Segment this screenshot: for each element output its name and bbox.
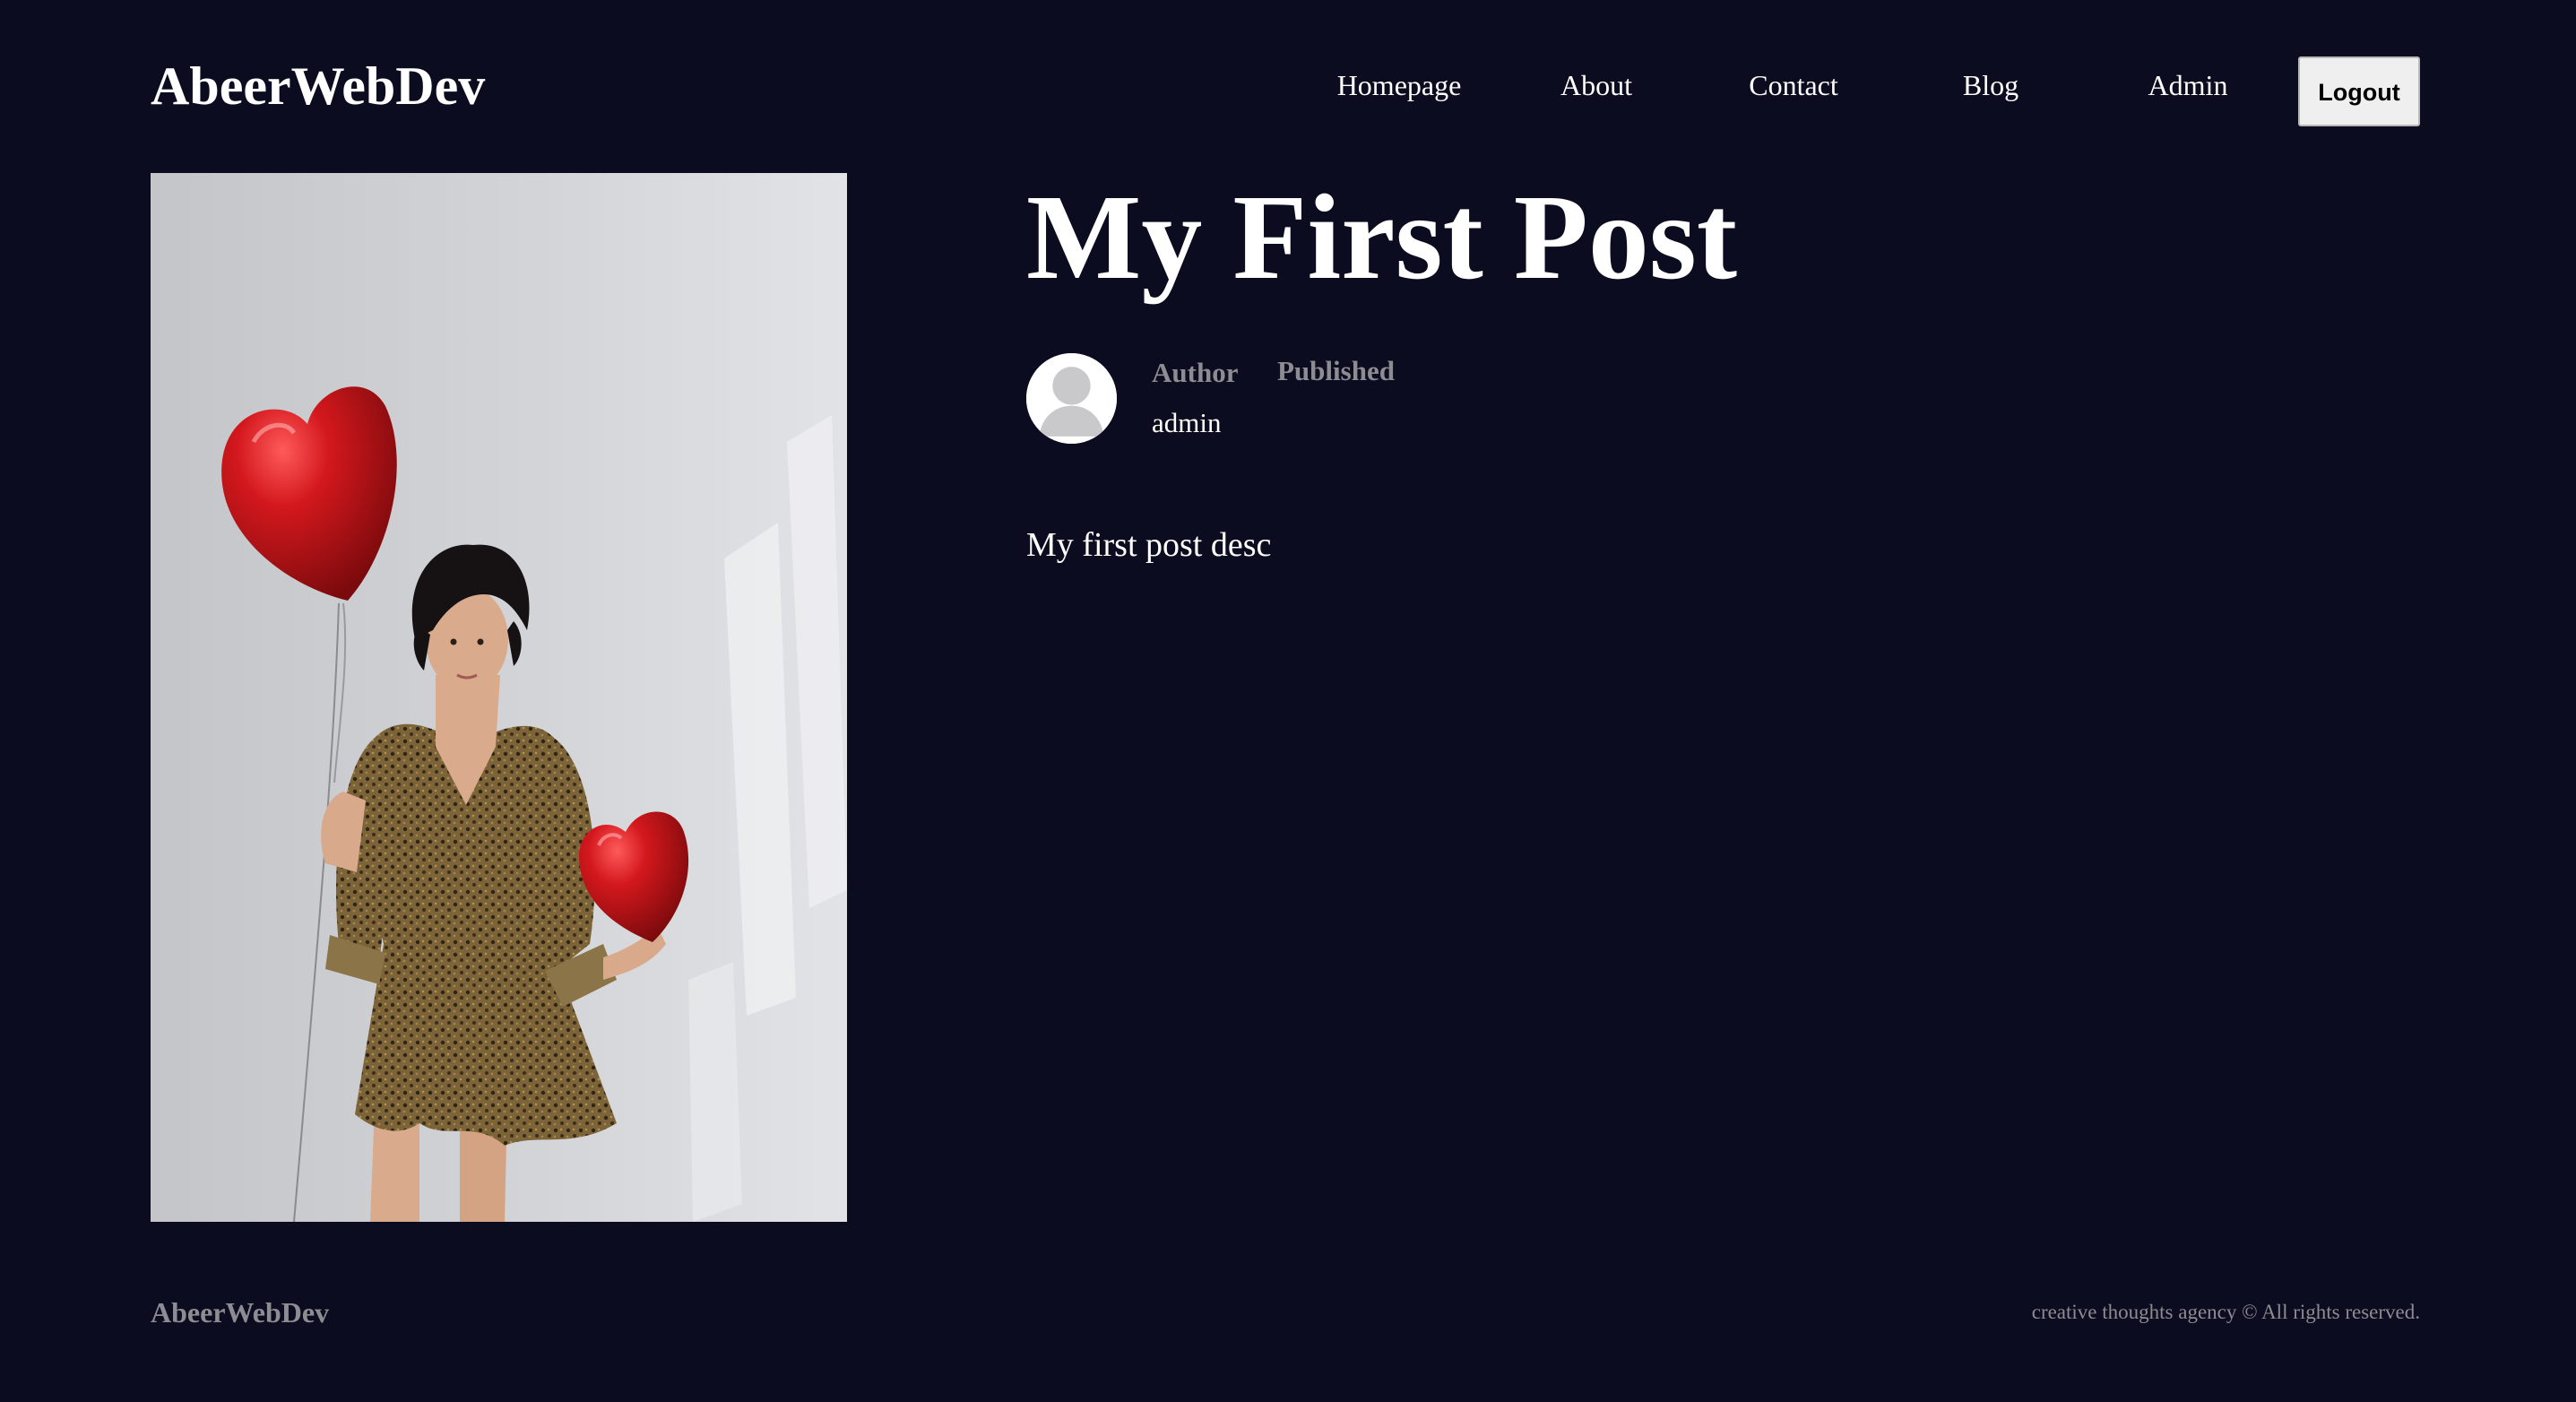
author-name: admin [1152,407,1222,438]
post-description: My first post desc [1026,526,1272,564]
nav-link-blog[interactable]: Blog [1963,65,2018,106]
woman-with-heart-balloons-photo [151,173,847,1222]
nav-link-about[interactable]: About [1560,65,1632,106]
nav-link-homepage[interactable]: Homepage [1337,65,1462,106]
nav-link-contact[interactable]: Contact [1749,65,1838,106]
post-image [151,173,847,1222]
published-label: Published [1277,355,1395,386]
post-title: My First Post [1026,170,1738,305]
nav-links: Homepage About Contact Blog Admin Logout [151,50,2420,126]
footer: AbeerWebDev creative thoughts agency © A… [151,1293,2420,1332]
footer-copyright: creative thoughts agency © All rights re… [2031,1301,2420,1323]
nav-link-admin[interactable]: Admin [2148,65,2228,106]
footer-logo: AbeerWebDev [151,1296,330,1328]
logout-button[interactable]: Logout [2298,56,2420,126]
navbar: AbeerWebDev Homepage About Contact Blog … [151,43,2420,126]
post-content: My First Post Author admin Published My … [1026,170,2420,567]
author-label: Author [1152,357,1239,388]
author-block: Author admin [1152,353,1238,441]
post-meta: Author admin Published [1026,353,2420,452]
user-avatar-icon [1026,353,1117,444]
published-block: Published [1277,353,1395,389]
